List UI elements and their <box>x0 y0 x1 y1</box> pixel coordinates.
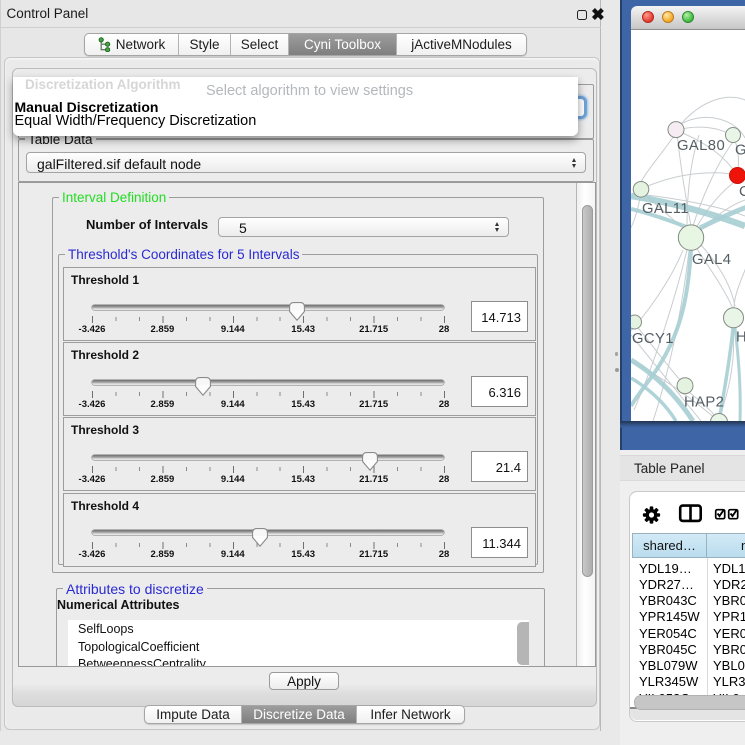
svg-text:GAL4: GAL4 <box>692 252 731 268</box>
svg-text:GAL80: GAL80 <box>677 138 725 154</box>
svg-text:H: H <box>736 329 745 345</box>
svg-text:C: C <box>739 184 745 200</box>
svg-text:HAP2: HAP2 <box>684 394 724 410</box>
svg-text:GCY1: GCY1 <box>632 331 674 347</box>
svg-text:GAL11: GAL11 <box>642 201 689 217</box>
svg-text:G.: G. <box>735 142 745 158</box>
